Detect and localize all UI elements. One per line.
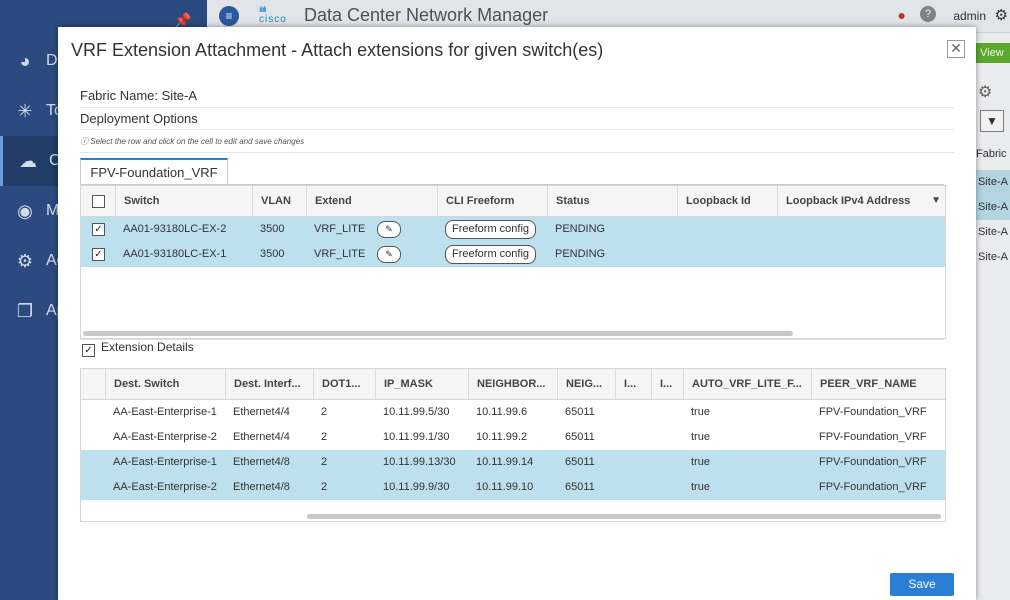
col-neighbor-asn[interactable]: NEIG... [557, 369, 615, 399]
extension-table: Dest. Switch Dest. Interf... DOT1... IP_… [80, 368, 946, 522]
interface-cell: Ethernet4/8 [233, 456, 290, 468]
table-header: Dest. Switch Dest. Interf... DOT1... IP_… [81, 369, 945, 400]
col-loopback-id[interactable]: Loopback Id [677, 186, 777, 216]
neighbor-asn-cell[interactable]: 65011 [557, 425, 615, 450]
table-row[interactable]: AA-East-Enterprise-2 Ethernet4/4 2 10.11… [81, 425, 945, 450]
table-row[interactable]: AA-East-Enterprise-2 Ethernet4/8 2 10.11… [81, 475, 945, 500]
neighbor-ip-cell[interactable]: 10.11.99.6 [468, 400, 557, 425]
col-loopback-ipv4[interactable]: Loopback IPv4 Address ▼ [777, 186, 945, 216]
auto-vrf-lite-cell[interactable]: true [683, 475, 811, 500]
fabric-name: Fabric Name: Site-A [80, 88, 198, 103]
auto-vrf-lite-cell[interactable]: true [683, 400, 811, 425]
interface-cell: Ethernet4/8 [233, 481, 290, 493]
row-checkbox[interactable]: ✓ [92, 223, 105, 236]
peer-vrf-cell[interactable]: FPV-Foundation_VRF [811, 425, 945, 450]
col-dest-interface[interactable]: Dest. Interf... [225, 369, 313, 399]
dest-switch-cell: AA-East-Enterprise-1 [113, 456, 217, 468]
peer-vrf-cell[interactable]: FPV-Foundation_VRF [811, 475, 945, 500]
ip-mask-cell[interactable]: 10.11.99.9/30 [375, 475, 468, 500]
vlan-cell[interactable]: 3500 [252, 242, 306, 267]
ip-mask-cell[interactable]: 10.11.99.13/30 [375, 450, 468, 475]
column-menu-icon[interactable]: ▼ [931, 186, 941, 216]
table-row[interactable]: AA-East-Enterprise-1 Ethernet4/4 2 10.11… [81, 400, 945, 425]
col-dot1q[interactable]: DOT1... [313, 369, 375, 399]
divider [80, 339, 944, 340]
col-dest-switch[interactable]: Dest. Switch [105, 369, 225, 399]
col-i2[interactable]: I... [651, 369, 683, 399]
extension-details-checkbox[interactable]: ✓ [82, 344, 95, 357]
divider [80, 152, 954, 153]
modal-title: VRF Extension Attachment - Attach extens… [71, 40, 604, 60]
vlan-cell[interactable]: 3500 [252, 217, 306, 242]
auto-vrf-lite-cell[interactable]: true [683, 425, 811, 450]
ip-mask-cell[interactable]: 10.11.99.5/30 [375, 400, 468, 425]
extension-details-toggle[interactable]: ✓ Extension Details [82, 340, 194, 357]
vrf-extension-modal: VRF Extension Attachment - Attach extens… [58, 27, 976, 600]
neighbor-asn-cell[interactable]: 65011 [557, 475, 615, 500]
tab-fpv-foundation-vrf[interactable]: FPV-Foundation_VRF [80, 158, 228, 186]
close-icon[interactable]: ✕ [947, 40, 965, 58]
freeform-config-button[interactable]: Freeform config [445, 245, 537, 264]
ip-mask-cell[interactable]: 10.11.99.1/30 [375, 425, 468, 450]
neighbor-ip-cell[interactable]: 10.11.99.10 [468, 475, 557, 500]
info-icon: ⓘ [80, 137, 88, 146]
edit-icon[interactable]: ✎ [377, 221, 401, 238]
edit-icon[interactable]: ✎ [377, 246, 401, 263]
status-cell: PENDING [555, 248, 606, 260]
dot1q-cell[interactable]: 2 [313, 475, 375, 500]
dest-switch-cell: AA-East-Enterprise-1 [113, 406, 217, 418]
select-all-checkbox[interactable] [92, 195, 105, 208]
neighbor-asn-cell[interactable]: 65011 [557, 400, 615, 425]
col-extend[interactable]: Extend [306, 186, 437, 216]
col-status[interactable]: Status [547, 186, 677, 216]
peer-vrf-cell[interactable]: FPV-Foundation_VRF [811, 450, 945, 475]
col-cli-freeform[interactable]: CLI Freeform [437, 186, 547, 216]
col-auto-vrf-lite[interactable]: AUTO_VRF_LITE_F... [683, 369, 811, 399]
neighbor-asn-cell[interactable]: 65011 [557, 450, 615, 475]
dest-switch-cell: AA-East-Enterprise-2 [113, 431, 217, 443]
interface-cell: Ethernet4/4 [233, 431, 290, 443]
dot1q-cell[interactable]: 2 [313, 425, 375, 450]
dot1q-cell[interactable]: 2 [313, 450, 375, 475]
neighbor-ip-cell[interactable]: 10.11.99.2 [468, 425, 557, 450]
col-i1[interactable]: I... [615, 369, 651, 399]
extend-cell[interactable]: VRF_LITE [306, 217, 376, 242]
save-button[interactable]: Save [890, 573, 954, 596]
extension-details-label: Extension Details [101, 340, 194, 354]
peer-vrf-cell[interactable]: FPV-Foundation_VRF [811, 400, 945, 425]
auto-vrf-lite-cell[interactable]: true [683, 450, 811, 475]
col-ip-mask[interactable]: IP_MASK [375, 369, 468, 399]
dot1q-cell[interactable]: 2 [313, 400, 375, 425]
switch-table: Switch VLAN Extend CLI Freeform Status L… [80, 185, 946, 339]
neighbor-ip-cell[interactable]: 10.11.99.14 [468, 450, 557, 475]
freeform-config-button[interactable]: Freeform config [445, 220, 537, 239]
switch-cell: AA01-93180LC-EX-1 [123, 248, 227, 260]
extend-cell[interactable]: VRF_LITE [306, 242, 376, 267]
horizontal-scrollbar[interactable] [83, 331, 793, 336]
divider [80, 129, 954, 130]
dest-switch-cell: AA-East-Enterprise-2 [113, 481, 217, 493]
status-cell: PENDING [555, 223, 606, 235]
table-row[interactable]: ✓ AA01-93180LC-EX-1 3500 VRF_LITE ✎ Free… [81, 242, 945, 267]
row-marker-col [81, 369, 105, 399]
deployment-options-label: Deployment Options [80, 111, 198, 126]
divider [80, 107, 954, 108]
hint-text: ⓘ Select the row and click on the cell t… [80, 137, 305, 146]
select-all-cell [81, 186, 115, 216]
interface-cell: Ethernet4/4 [233, 406, 290, 418]
table-row[interactable]: AA-East-Enterprise-1 Ethernet4/8 2 10.11… [81, 450, 945, 475]
switch-cell: AA01-93180LC-EX-2 [123, 223, 227, 235]
col-peer-vrf-name[interactable]: PEER_VRF_NAME [811, 369, 945, 399]
col-switch[interactable]: Switch [115, 186, 252, 216]
horizontal-scrollbar[interactable] [307, 514, 941, 519]
table-row[interactable]: ✓ AA01-93180LC-EX-2 3500 VRF_LITE ✎ Free… [81, 217, 945, 242]
col-neighbor-ip[interactable]: NEIGHBOR... [468, 369, 557, 399]
col-vlan[interactable]: VLAN [252, 186, 306, 216]
row-checkbox[interactable]: ✓ [92, 248, 105, 261]
table-header: Switch VLAN Extend CLI Freeform Status L… [81, 186, 945, 217]
